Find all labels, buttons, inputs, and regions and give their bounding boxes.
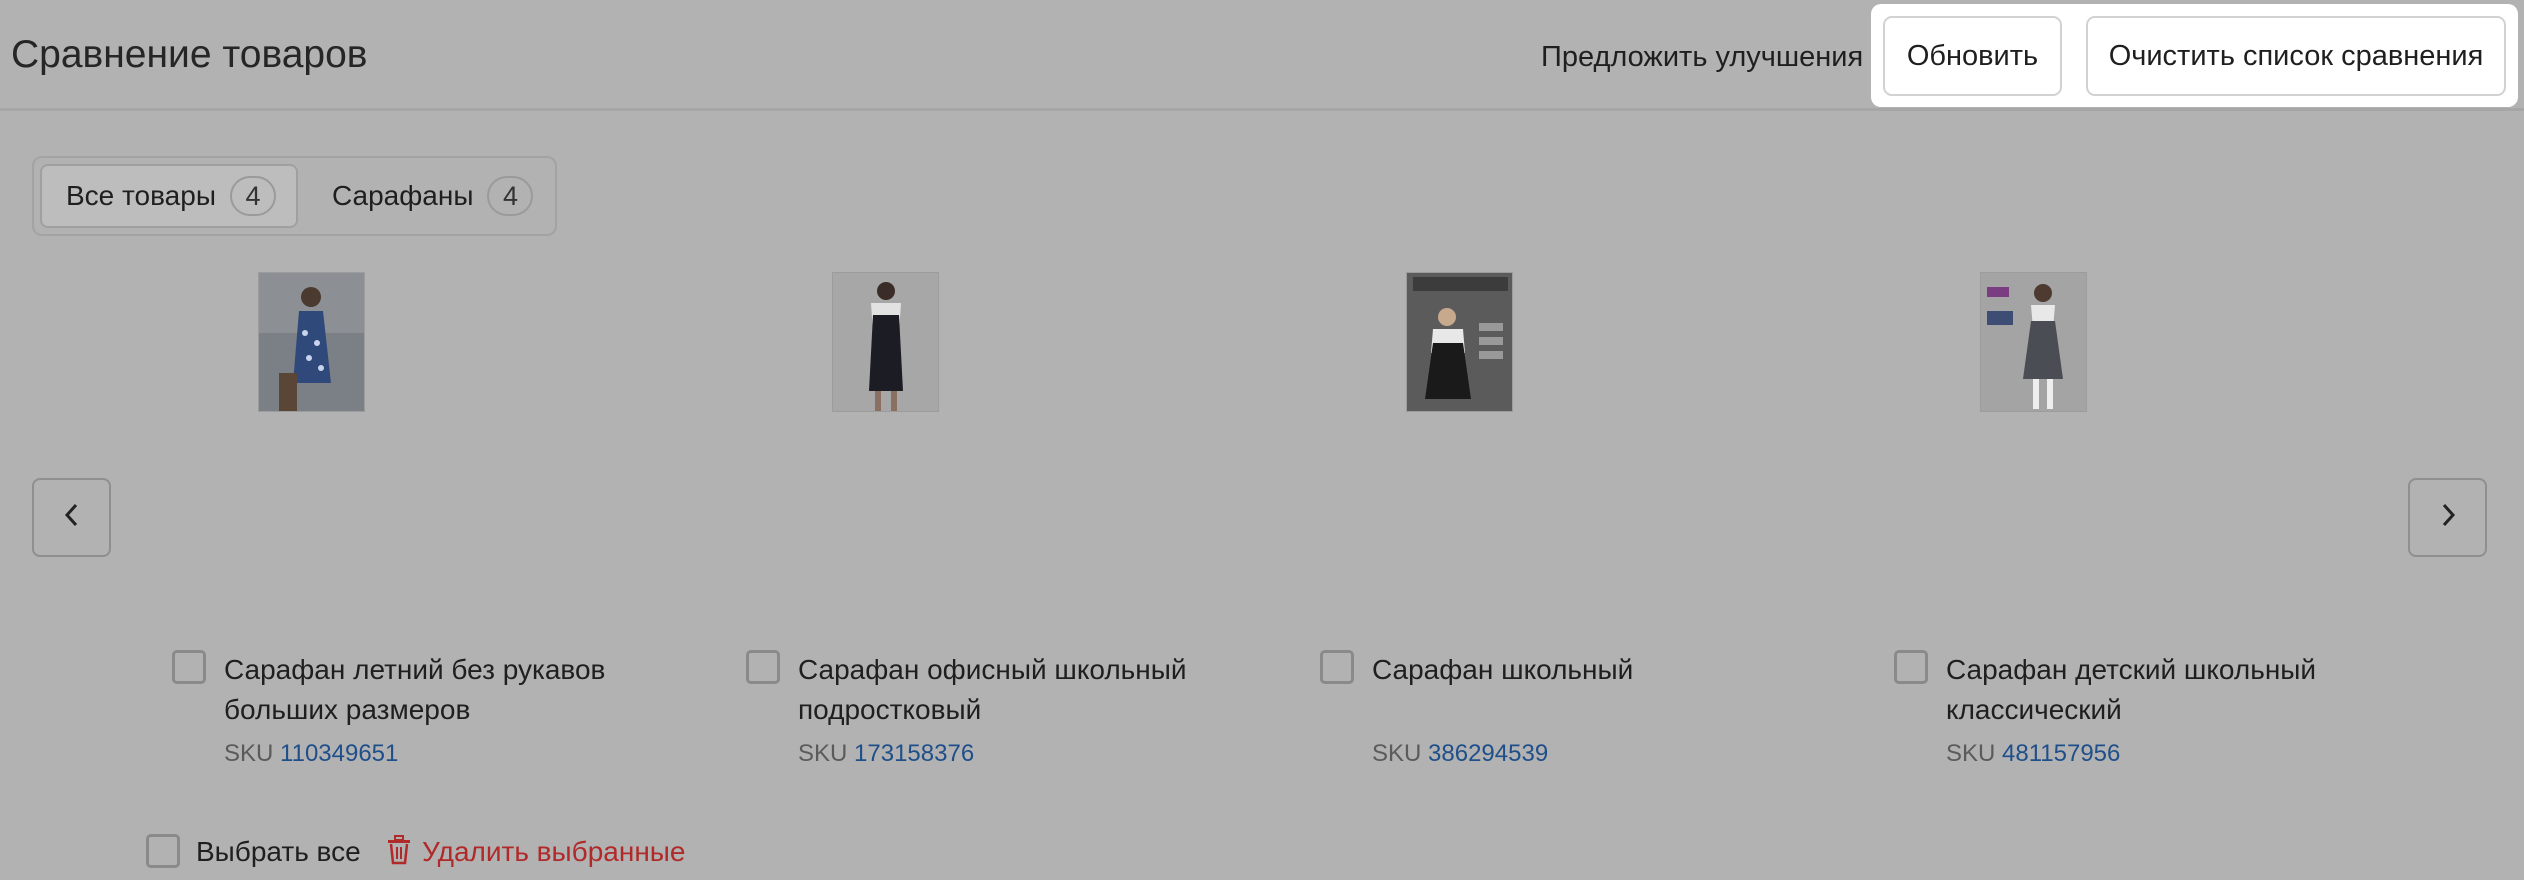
category-tabs: Все товары 4 Сарафаны 4 (32, 156, 557, 236)
product-image[interactable] (1406, 272, 1513, 412)
product-sku: SKU 481157956 (1946, 738, 2120, 770)
suggest-improvements-link[interactable]: Предложить улучшения (1541, 38, 1863, 76)
sku-value[interactable]: 386294539 (1428, 740, 1548, 767)
tab-sarafany[interactable]: Сарафаны 4 (312, 164, 550, 228)
chevron-left-icon (61, 502, 83, 533)
product-checkbox[interactable] (1894, 650, 1928, 684)
product-checkbox[interactable] (746, 650, 780, 684)
tab-all-products[interactable]: Все товары 4 (40, 164, 298, 228)
carousel-next-button[interactable] (2408, 478, 2487, 557)
refresh-button[interactable]: Обновить (1883, 16, 2062, 96)
chevron-right-icon (2437, 502, 2459, 533)
dress-photo (1407, 273, 1512, 411)
delete-selected-button[interactable]: Удалить выбранные (386, 832, 685, 872)
dress-photo (1981, 273, 2086, 411)
sku-label: SKU (1946, 740, 1996, 767)
product-checkbox[interactable] (1320, 650, 1354, 684)
select-all-label[interactable]: Выбрать все (196, 834, 361, 870)
tab-count-badge: 4 (229, 176, 276, 216)
trash-icon (386, 834, 412, 870)
dress-photo (259, 273, 364, 411)
product-sku: SKU 110349651 (224, 738, 398, 770)
page-header: Сравнение товаров Предложить улучшения О… (0, 0, 2524, 111)
product-name: Сарафан офисный школьный подростковый (798, 654, 1187, 725)
select-all-checkbox[interactable] (146, 834, 180, 868)
tab-count-badge: 4 (487, 176, 534, 216)
sku-value[interactable]: 110349651 (280, 740, 398, 767)
page-title: Сравнение товаров (11, 33, 368, 76)
sku-value[interactable]: 173158376 (854, 740, 974, 767)
product-image[interactable] (258, 272, 365, 412)
dress-photo (833, 273, 938, 411)
sku-value[interactable]: 481157956 (2002, 740, 2120, 767)
product-name: Сарафан детский школьный классический (1946, 654, 2317, 725)
delete-selected-label: Удалить выбранные (422, 836, 686, 867)
product-name: Сарафан школьный (1372, 654, 1634, 685)
sku-label: SKU (1372, 740, 1422, 767)
clear-comparison-button[interactable]: Очистить список сравнения (2086, 16, 2506, 96)
sku-label: SKU (798, 740, 848, 767)
product-image[interactable] (832, 272, 939, 412)
product-sku: SKU 386294539 (1372, 738, 1548, 770)
tab-label: Сарафаны (332, 180, 474, 211)
product-image[interactable] (1980, 272, 2087, 412)
sku-label: SKU (224, 740, 274, 767)
tab-label: Все товары (66, 180, 216, 211)
product-name: Сарафан летний без рукавов больших разме… (224, 654, 606, 725)
product-checkbox[interactable] (172, 650, 206, 684)
product-sku: SKU 173158376 (798, 738, 974, 770)
carousel-prev-button[interactable] (32, 478, 111, 557)
